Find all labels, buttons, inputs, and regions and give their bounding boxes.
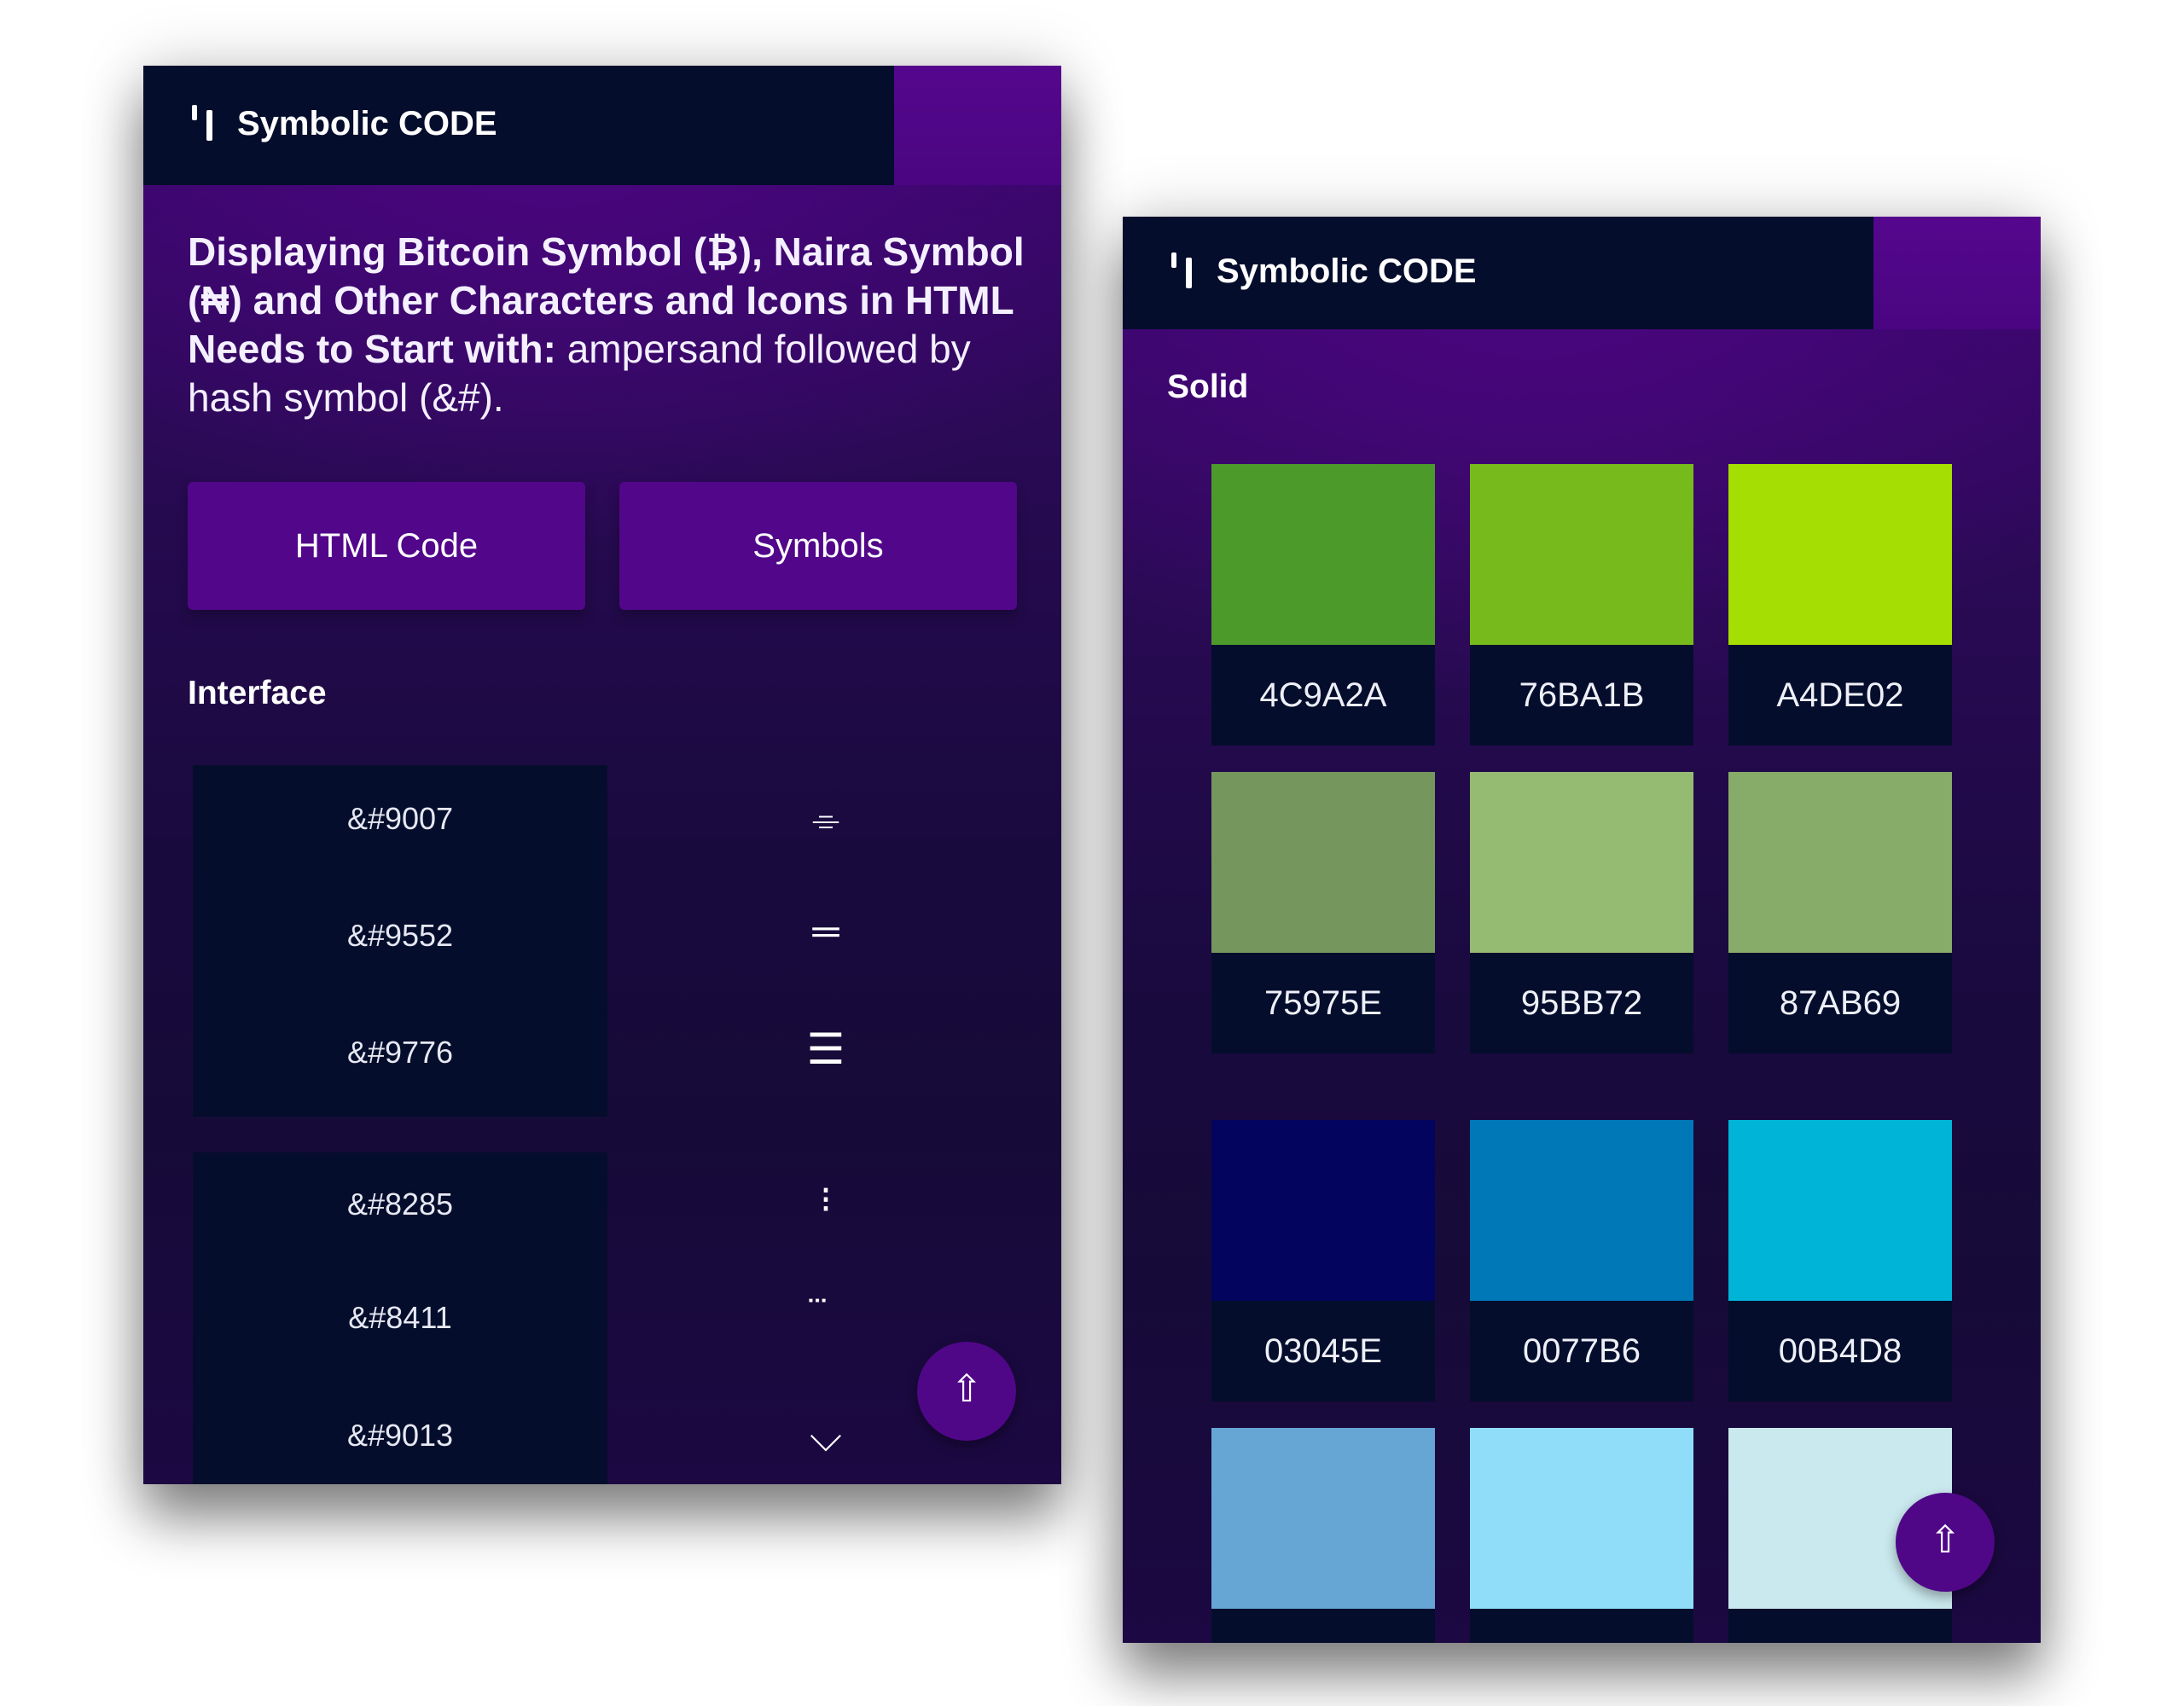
- swatch-hex: A4DE02: [1728, 645, 1952, 746]
- swatch-hex: 76BA1B: [1470, 645, 1693, 746]
- swatch-hex: 95BB72: [1470, 953, 1693, 1053]
- color-swatch[interactable]: [1211, 1428, 1435, 1643]
- symbols-screen: Symbolic CODE Displaying Bitcoin Symbol …: [143, 66, 1061, 1484]
- menu-toggle[interactable]: [894, 66, 1061, 185]
- menu-toggle[interactable]: [1873, 217, 2041, 329]
- color-swatch[interactable]: 75975E: [1211, 772, 1435, 1053]
- symbol-cell[interactable]: ═: [741, 910, 911, 953]
- swatch-hex: [1728, 1609, 1952, 1643]
- swatch-hex: 87AB69: [1728, 953, 1952, 1053]
- scroll-to-top-button[interactable]: ⇧: [917, 1342, 1016, 1441]
- color-swatch[interactable]: 76BA1B: [1470, 464, 1693, 746]
- swatch-color: [1211, 1120, 1435, 1301]
- symbol-cell[interactable]: ⃛: [741, 1294, 911, 1333]
- symbol-cell[interactable]: ☰: [741, 1024, 911, 1074]
- app-header: Symbolic CODE: [143, 66, 1061, 185]
- color-swatch[interactable]: 4C9A2A: [1211, 464, 1435, 746]
- symbols-button[interactable]: Symbols: [619, 482, 1017, 610]
- swatch-hex: [1470, 1609, 1693, 1643]
- symbol-cell[interactable]: ⌵: [741, 1412, 911, 1462]
- color-swatch[interactable]: 00B4D8: [1728, 1120, 1952, 1401]
- color-swatch[interactable]: [1470, 1428, 1693, 1643]
- code-cell[interactable]: &#9013: [193, 1418, 607, 1454]
- symbol-cell[interactable]: ⁝: [741, 1178, 911, 1221]
- intro-text: Displaying Bitcoin Symbol (₿), Naira Sym…: [188, 228, 1032, 422]
- swatch-color: [1470, 1120, 1693, 1301]
- brand-name[interactable]: Symbolic CODE: [237, 90, 497, 158]
- code-cell[interactable]: &#8411: [193, 1300, 607, 1336]
- code-cell[interactable]: &#8285: [193, 1187, 607, 1222]
- swatch-hex: 00B4D8: [1728, 1301, 1952, 1401]
- color-swatch[interactable]: 03045E: [1211, 1120, 1435, 1401]
- swatch-color: [1211, 772, 1435, 953]
- swatch-color: [1470, 1428, 1693, 1609]
- swatch-color: [1470, 464, 1693, 645]
- scroll-to-top-button[interactable]: ⇧: [1896, 1493, 1995, 1592]
- color-swatch[interactable]: 0077B6: [1470, 1120, 1693, 1401]
- swatch-hex: 75975E: [1211, 953, 1435, 1053]
- html-code-button[interactable]: HTML Code: [188, 482, 585, 610]
- swatch-color: [1728, 1120, 1952, 1301]
- brand-logo-icon: [1170, 249, 1195, 290]
- swatch-color: [1211, 1428, 1435, 1609]
- code-cell[interactable]: &#9007: [193, 801, 607, 837]
- colors-screen: Symbolic CODE Solid 4C9A2A 76BA1B A4DE02…: [1123, 217, 2041, 1643]
- color-swatch[interactable]: 87AB69: [1728, 772, 1952, 1053]
- brand-logo-icon: [190, 102, 216, 142]
- brand-name[interactable]: Symbolic CODE: [1217, 237, 1477, 305]
- swatch-color: [1211, 464, 1435, 645]
- swatch-hex: 0077B6: [1470, 1301, 1693, 1401]
- swatch-color: [1470, 772, 1693, 953]
- color-swatch[interactable]: 95BB72: [1470, 772, 1693, 1053]
- swatch-hex: [1211, 1609, 1435, 1643]
- swatch-hex: 4C9A2A: [1211, 645, 1435, 746]
- symbol-cell[interactable]: ⌯: [741, 801, 911, 839]
- swatch-color: [1728, 772, 1952, 953]
- color-swatch[interactable]: A4DE02: [1728, 464, 1952, 746]
- swatch-hex: 03045E: [1211, 1301, 1435, 1401]
- swatch-color: [1728, 464, 1952, 645]
- section-title-solid: Solid: [1167, 368, 1249, 405]
- code-cell[interactable]: &#9776: [193, 1035, 607, 1071]
- section-title-interface: Interface: [188, 675, 327, 711]
- app-header: Symbolic CODE: [1123, 217, 2041, 329]
- code-cell[interactable]: &#9552: [193, 918, 607, 954]
